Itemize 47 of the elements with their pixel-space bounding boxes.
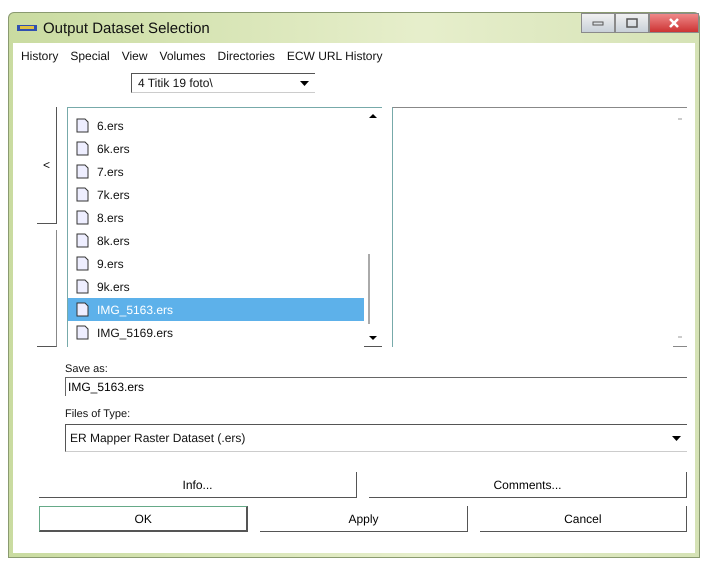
scroll-thumb[interactable] bbox=[368, 254, 370, 324]
file-item[interactable]: 7.ers bbox=[68, 160, 364, 183]
dialog-button[interactable]: Cancel bbox=[480, 506, 687, 532]
file-icon bbox=[76, 256, 89, 271]
file-icon bbox=[76, 164, 89, 179]
file-icon bbox=[76, 141, 89, 156]
dialog-button[interactable]: Comments... bbox=[369, 472, 687, 498]
app-icon bbox=[17, 23, 37, 33]
file-icon bbox=[76, 279, 89, 294]
file-type-label: Files of Type: bbox=[65, 408, 132, 420]
save-as-label: Save as: bbox=[65, 363, 109, 375]
menu-item[interactable]: Special bbox=[70, 49, 110, 63]
file-item[interactable]: 7k.ers bbox=[68, 183, 364, 206]
menu-item[interactable]: History bbox=[21, 49, 58, 63]
save-as-field[interactable]: IMG_5163.ers bbox=[65, 377, 687, 396]
dialog-button[interactable]: Info... bbox=[39, 472, 357, 498]
dropdown-arrow-icon bbox=[300, 80, 309, 86]
minimize-button[interactable] bbox=[581, 13, 615, 33]
menu-item[interactable]: Directories bbox=[218, 49, 275, 63]
file-item[interactable]: 8.ers bbox=[68, 206, 364, 229]
dropdown-arrow-icon bbox=[672, 436, 681, 440]
file-item[interactable]: 6.ers bbox=[68, 114, 364, 137]
file-icon bbox=[76, 233, 89, 248]
menu-item[interactable]: ECW URL History bbox=[286, 49, 382, 63]
file-item[interactable]: IMG_5169.ers bbox=[68, 321, 364, 344]
dialog-button[interactable]: OK bbox=[39, 506, 248, 532]
window-title: Output Dataset Selection bbox=[43, 20, 210, 36]
file-icon bbox=[76, 118, 89, 133]
menu-item[interactable]: View bbox=[122, 49, 148, 63]
file-item[interactable]: 9k.ers bbox=[68, 275, 364, 298]
dialog-button[interactable]: Apply bbox=[260, 506, 468, 532]
maximize-icon bbox=[626, 18, 638, 28]
minimize-icon bbox=[592, 20, 604, 26]
file-item[interactable]: 9.ers bbox=[68, 252, 364, 275]
back-button[interactable]: < bbox=[37, 107, 57, 224]
file-type-dropdown[interactable]: ER Mapper Raster Dataset (.ers) bbox=[65, 424, 687, 452]
maximize-button[interactable] bbox=[615, 13, 649, 33]
close-icon bbox=[668, 18, 680, 28]
menu-item[interactable]: Volumes bbox=[160, 49, 206, 63]
file-item[interactable]: 8k.ers bbox=[68, 229, 364, 252]
file-icon bbox=[76, 302, 89, 317]
file-item[interactable]: 6k.ers bbox=[68, 137, 364, 160]
file-icon bbox=[76, 325, 89, 340]
close-button[interactable] bbox=[649, 13, 699, 33]
folder-dropdown[interactable]: 4 Titik 19 foto\ bbox=[131, 73, 315, 93]
file-icon bbox=[76, 187, 89, 202]
file-icon bbox=[76, 210, 89, 225]
